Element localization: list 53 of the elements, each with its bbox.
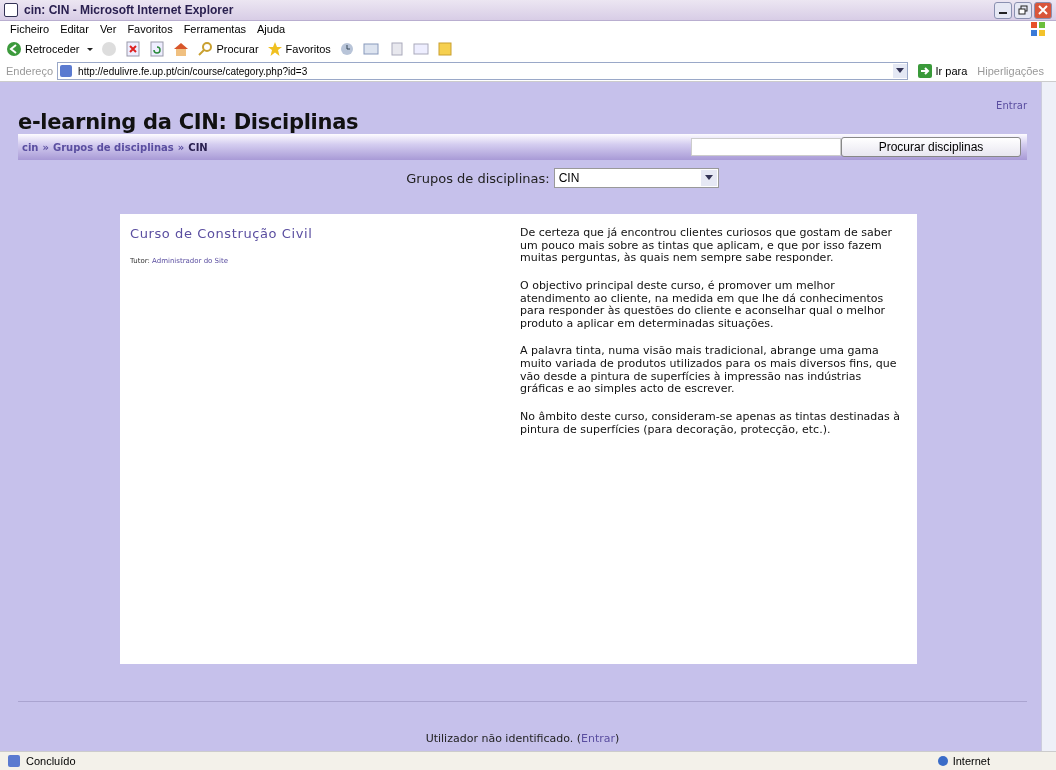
dropdown-button[interactable] — [892, 64, 907, 78]
globe-icon — [936, 755, 949, 767]
close-button[interactable] — [1034, 1, 1052, 19]
refresh-icon[interactable] — [149, 41, 166, 57]
restore-icon — [1018, 5, 1028, 15]
login-link[interactable]: Entrar — [996, 100, 1027, 111]
search-courses-button[interactable]: Procurar disciplinas — [841, 137, 1021, 157]
search-field[interactable] — [691, 138, 841, 156]
close-icon — [1038, 5, 1048, 15]
home-icon[interactable] — [173, 41, 190, 57]
back-button[interactable]: Retroceder — [6, 41, 80, 57]
course-summary-paragraph: No âmbito deste curso, consideram-se apenas as tintas destinadas à pintura de superfícies (para decoração, protecção, etc.). — [520, 411, 902, 437]
menu-item[interactable]: Ajuda — [257, 23, 286, 35]
address-field[interactable]: http://edulivre.fe.up.pt/cin/course/category.php?id=3 — [57, 62, 908, 80]
caret-icon — [704, 175, 713, 181]
arrow-icon — [917, 64, 932, 78]
go-button[interactable]: Ir para — [911, 64, 974, 78]
breadcrumb-separator: » — [42, 141, 49, 153]
course-title-link[interactable]: Curso de Construção Civil — [130, 226, 520, 241]
breadcrumb-link[interactable]: Grupos de disciplinas — [52, 141, 174, 153]
minimize-button[interactable] — [994, 1, 1012, 19]
page-heading: e-learning da CIN: Disciplinas — [18, 110, 359, 134]
address-label: Endereço — [6, 65, 54, 77]
window-title: cin: CIN - Microsoft Internet Explorer — [24, 3, 234, 17]
course-summary-paragraph: O objectivo principal deste curso, é promover um melhor atendimento ao cliente, na medida em que lhe dá conhecimentos para responder às questões do cliente e aconselhar qual o melhor produto a aplicar em determinadas situações. — [520, 279, 887, 331]
category-select[interactable]: CIN — [553, 168, 719, 188]
restore-button[interactable] — [1014, 1, 1032, 19]
page-icon — [60, 65, 73, 77]
breadcrumb-link[interactable]: CIN — [188, 141, 208, 153]
status-text: Concluído — [6, 755, 76, 767]
course-summary-paragraph: A palavra tinta, numa visão mais tradicional, abrange uma gama muito variada de produtos utilizados para os mais diversos fins, que vão desde a pintura de superfícies à impressão nas indústrias gráficas e ao simples acto de escrever. — [520, 345, 898, 397]
menu-item[interactable]: Ficheiro — [10, 23, 50, 35]
category-label: Grupos de disciplinas: — [406, 170, 550, 186]
stop-icon[interactable] — [125, 41, 142, 57]
history-icon[interactable] — [338, 41, 355, 57]
windows-logo-icon — [1030, 21, 1046, 37]
minimize-icon — [999, 12, 1007, 14]
footer-text: Utilizador não identificado. (Entrar) — [424, 732, 621, 745]
breadcrumb-link[interactable]: cin — [22, 141, 39, 153]
zone-label: Internet — [936, 755, 990, 767]
menu-item[interactable]: Ferramentas — [183, 23, 246, 35]
menu-item[interactable]: Ver — [99, 23, 117, 35]
search-button[interactable]: Procurar — [197, 41, 259, 57]
favorites-button[interactable]: Favoritos — [266, 41, 331, 57]
caret-icon — [895, 68, 904, 74]
dropdown-caret-icon[interactable] — [87, 47, 94, 51]
breadcrumb-separator: » — [177, 141, 185, 153]
search-icon — [197, 41, 214, 57]
star-icon — [266, 41, 283, 57]
menu-item[interactable]: Editar — [60, 23, 89, 35]
login-link[interactable]: Entrar — [581, 732, 616, 745]
menu-item[interactable]: Favoritos — [127, 23, 173, 35]
course-summary-paragraph: De certeza que já encontrou clientes curiosos que gostam de saber um pouco mais sobre as tintas que aplicam, e que por isso fazem muitas perguntas, às quais nem sempre sabe responder. — [520, 227, 894, 265]
